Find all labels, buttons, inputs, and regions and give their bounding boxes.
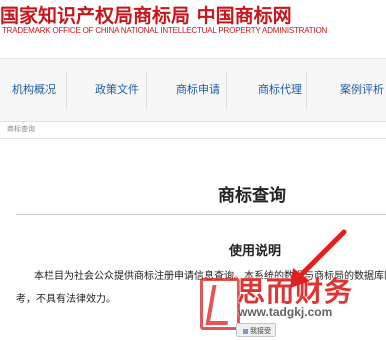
accept-button-label: 我接受: [250, 327, 271, 335]
red-arrow-icon: [290, 229, 347, 288]
accept-button[interactable]: 我接受: [236, 323, 276, 337]
page: 国家知识产权局商标局 中国商标网 TRADEMARK OFFICE OF CHI…: [0, 0, 386, 340]
checkbox-icon: [243, 328, 248, 334]
